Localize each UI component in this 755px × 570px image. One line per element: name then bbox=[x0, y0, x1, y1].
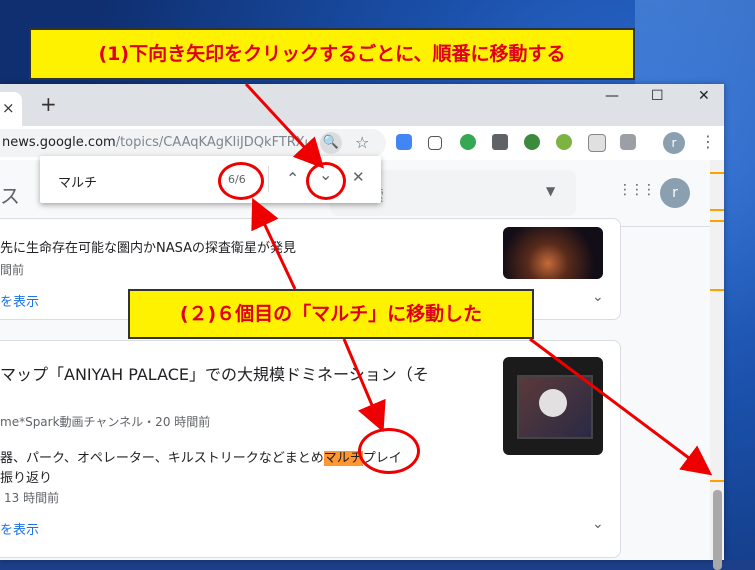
callout-top: (1)下向き矢印をクリックするごとに、順番に移動する bbox=[29, 28, 635, 80]
annotation-circle-highlight bbox=[358, 428, 420, 474]
extension-icon-shield[interactable] bbox=[492, 134, 508, 150]
address-bar[interactable]: news.google.com/topics/CAAqKAgKIiJDQkFTR… bbox=[0, 129, 386, 157]
card-1-time: 間前 bbox=[0, 263, 25, 277]
card-2-thumbnail[interactable] bbox=[503, 357, 603, 455]
find-separator bbox=[268, 166, 269, 192]
extension-icon-s[interactable] bbox=[396, 134, 412, 150]
card-1-thumbnail[interactable] bbox=[503, 227, 603, 279]
find-in-page-icon[interactable]: 🔍 bbox=[320, 132, 342, 154]
card-2-time: 13 時間前 bbox=[4, 491, 60, 505]
tab-close-icon[interactable]: × bbox=[2, 99, 15, 117]
card-2-source: me*Spark動画チャンネル・20 時間前 bbox=[0, 415, 211, 429]
find-input[interactable]: マルチ bbox=[58, 172, 97, 191]
extension-icon-turtle[interactable] bbox=[556, 134, 572, 150]
maximize-button[interactable]: ☐ bbox=[651, 88, 664, 104]
snippet-before: 器、パーク、オペレーター、キルストリークなどまとめ bbox=[0, 451, 324, 466]
header-left-text: ス bbox=[0, 184, 20, 208]
browser-menu-icon[interactable]: ⋮ bbox=[700, 132, 716, 151]
close-window-button[interactable]: ✕ bbox=[698, 88, 710, 104]
active-tab[interactable]: × bbox=[0, 92, 22, 126]
url-text: news.google.com/topics/CAAqKAgKIiJDQkFTR… bbox=[2, 135, 307, 150]
card-2-snippet-line2: 振り返り bbox=[0, 471, 53, 486]
callout-middle: (２)６個目の「マルチ」に移動した bbox=[128, 289, 534, 339]
search-dropdown-icon[interactable]: ▼ bbox=[546, 184, 555, 198]
gnews-avatar[interactable]: r bbox=[660, 178, 690, 208]
google-news-page: ス 索 ▼ ⋮⋮⋮ r 先に生命存在可能な圏内かNASAの探査衛星が発見 間前 … bbox=[0, 160, 710, 560]
find-close-button[interactable]: ✕ bbox=[352, 168, 365, 186]
card-2-more-link[interactable]: を表示 bbox=[0, 519, 39, 538]
scrollbar-thumb[interactable] bbox=[713, 490, 722, 570]
minimize-button[interactable]: — bbox=[605, 88, 619, 104]
extension-icon-window[interactable] bbox=[588, 134, 606, 152]
annotation-circle-down-arrow bbox=[306, 162, 346, 200]
scroll-marker-1 bbox=[710, 172, 724, 174]
scroll-marker-5 bbox=[710, 480, 724, 482]
bookmark-star-icon[interactable]: ☆ bbox=[355, 133, 369, 152]
card-2-title[interactable]: マップ「ANIYAH PALACE」での大規模ドミネーション（そ bbox=[0, 361, 429, 385]
card-1-expand-icon[interactable]: ⌄ bbox=[592, 289, 604, 305]
card-1-more-link[interactable]: を表示 bbox=[0, 291, 39, 310]
extension-icon-toggle[interactable] bbox=[620, 134, 636, 150]
extension-icon-puzzle[interactable] bbox=[428, 136, 442, 150]
extension-icon-globe[interactable] bbox=[524, 134, 540, 150]
profile-avatar[interactable]: r bbox=[663, 132, 685, 154]
scroll-marker-4 bbox=[710, 289, 724, 291]
scroll-marker-2 bbox=[710, 209, 724, 211]
extension-icon-leaf[interactable] bbox=[460, 134, 476, 150]
news-card-2: マップ「ANIYAH PALACE」での大規模ドミネーション（そ me*Spar… bbox=[0, 340, 621, 558]
url-host: news.google.com bbox=[2, 135, 116, 150]
card-2-snippet: 器、パーク、オペレーター、キルストリークなどまとめマルチプレイ bbox=[0, 447, 402, 466]
new-tab-button[interactable]: + bbox=[40, 92, 57, 116]
card-1-title[interactable]: 先に生命存在可能な圏内かNASAの探査衛星が発見 bbox=[0, 237, 296, 256]
find-highlight-active: マルチ bbox=[323, 451, 363, 466]
play-icon bbox=[539, 389, 567, 417]
scroll-marker-3 bbox=[710, 220, 724, 222]
find-prev-button[interactable]: ⌃ bbox=[286, 169, 299, 188]
apps-grid-icon[interactable]: ⋮⋮⋮ bbox=[618, 182, 656, 198]
annotation-circle-count bbox=[218, 162, 264, 200]
card-2-expand-icon[interactable]: ⌄ bbox=[592, 516, 604, 532]
url-path: /topics/CAAqKAgKIiJDQkFTRXd... bbox=[115, 135, 307, 150]
tab-strip: × + — ☐ ✕ bbox=[0, 84, 724, 126]
